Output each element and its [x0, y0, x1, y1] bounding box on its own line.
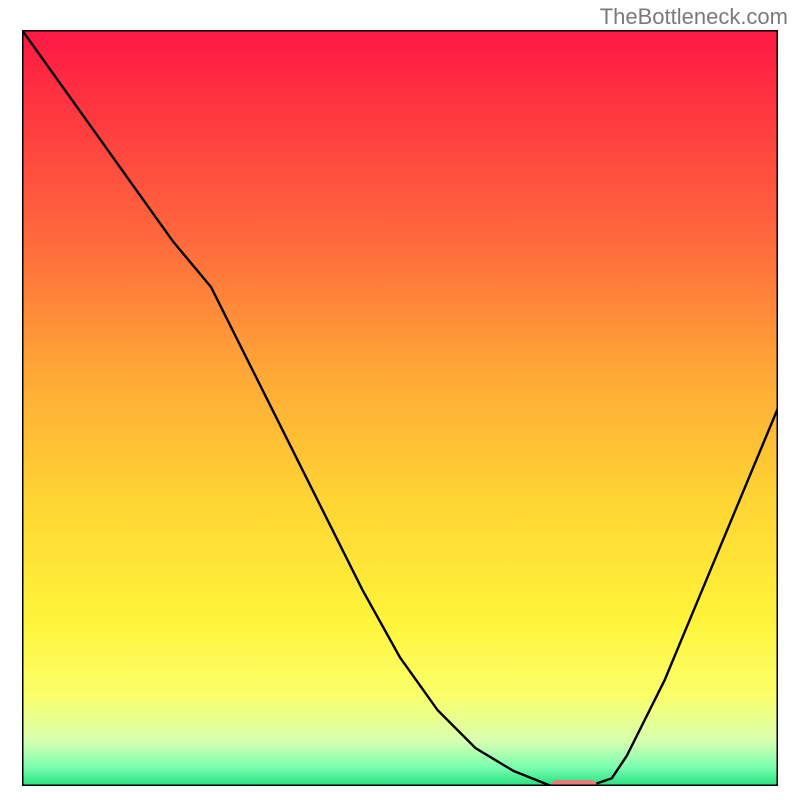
gradient-background: [22, 30, 778, 786]
chart-svg: [22, 30, 778, 786]
chart-area: [22, 30, 778, 786]
watermark-text: TheBottleneck.com: [600, 4, 788, 30]
